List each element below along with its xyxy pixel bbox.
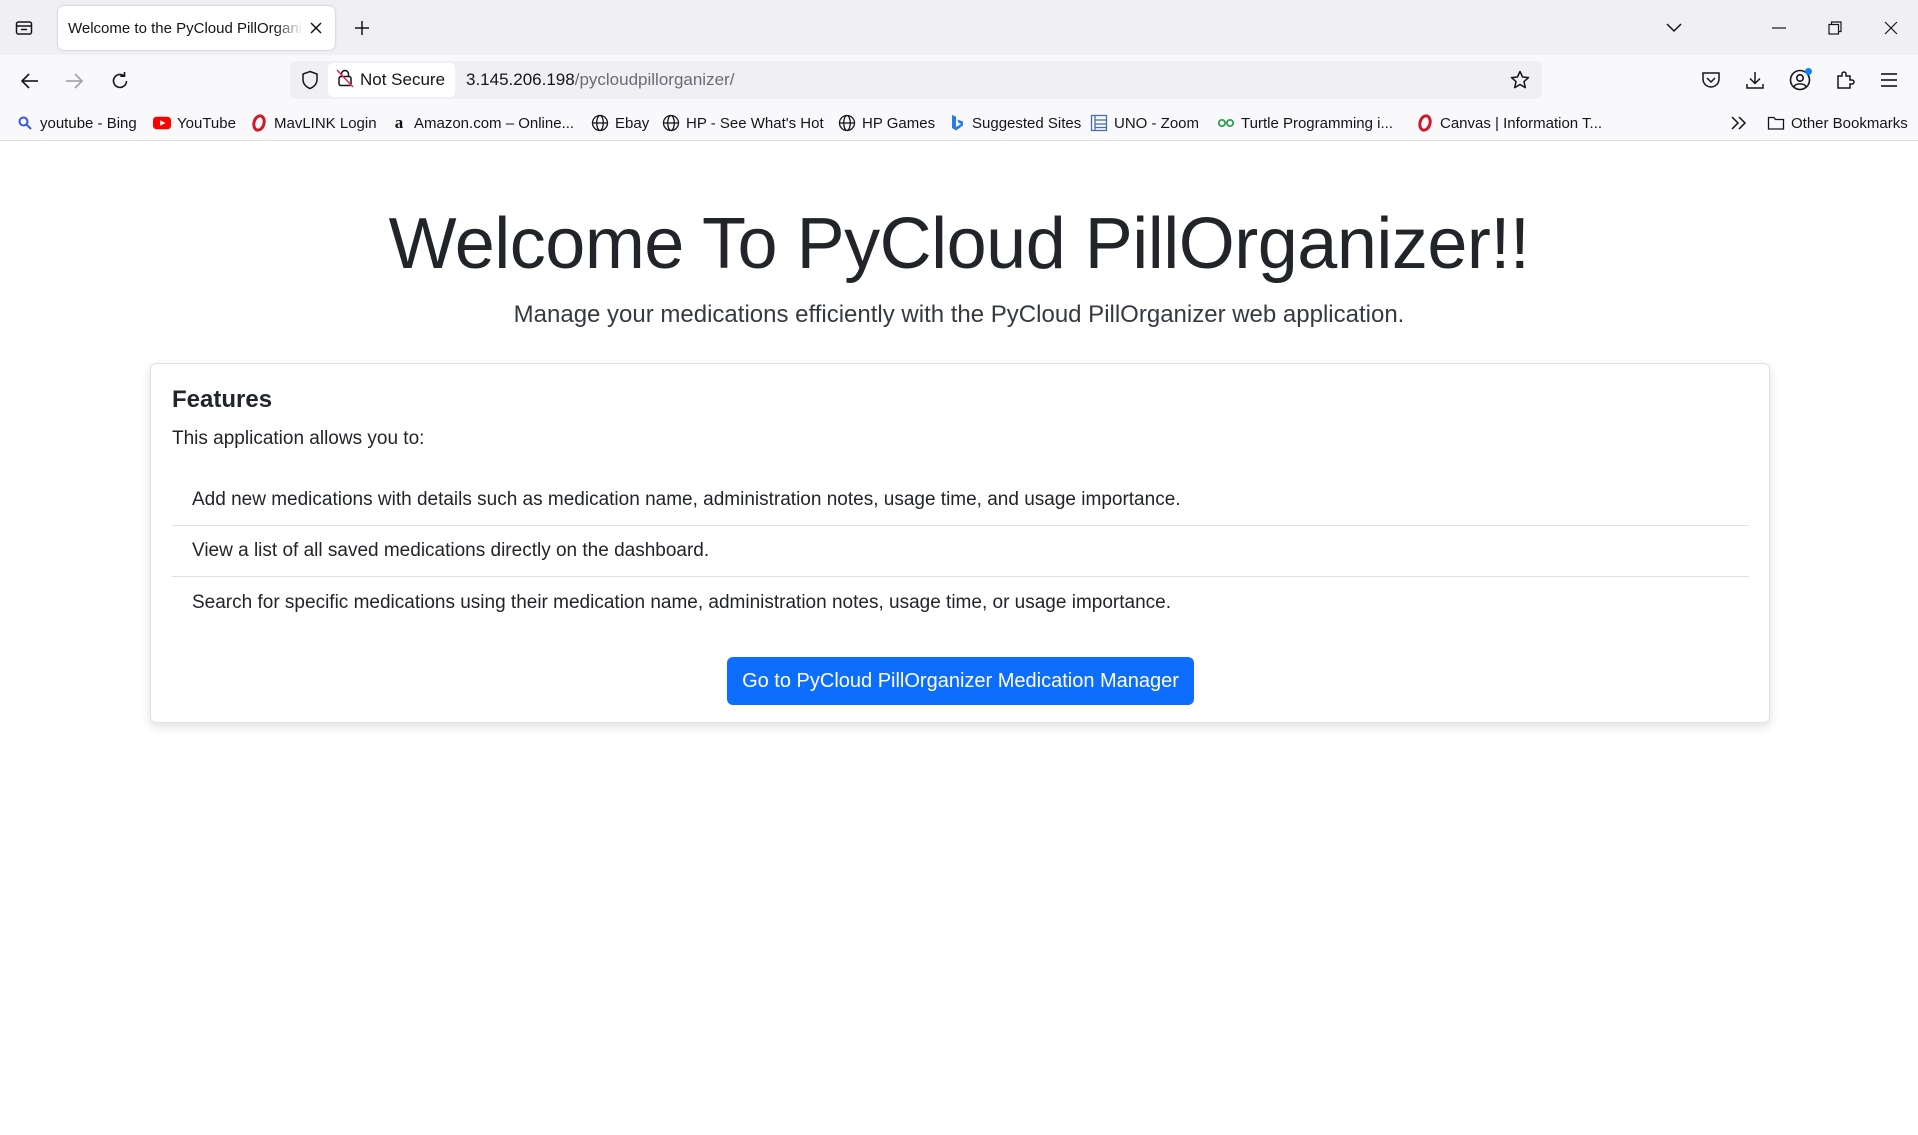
shield-icon[interactable] — [298, 68, 322, 92]
download-icon[interactable] — [1742, 67, 1768, 93]
back-arrow-icon[interactable] — [16, 67, 44, 95]
reload-icon[interactable] — [106, 67, 134, 95]
bookmark-suggested-sites[interactable]: Suggested Sites — [948, 112, 1081, 134]
tab-bar: Welcome to the PyCloud PillOrganizer — [0, 0, 1918, 55]
bookmark-hp-hot[interactable]: HP - See What's Hot — [662, 112, 824, 134]
card-intro: This application allows you to: — [172, 428, 425, 449]
extensions-icon[interactable] — [1832, 67, 1858, 93]
pocket-icon[interactable] — [1698, 67, 1724, 93]
other-bookmarks-label: Other Bookmarks — [1791, 114, 1908, 132]
bookmark-turtle-programming[interactable]: Turtle Programming i... — [1217, 112, 1393, 134]
not-secure-indicator[interactable]: Not Secure — [328, 63, 456, 97]
bookmark-label: Amazon.com – Online... — [414, 114, 575, 132]
tab-title: Welcome to the PyCloud PillOrganizer — [68, 19, 303, 37]
bookmark-star-icon[interactable] — [1508, 68, 1532, 92]
minimize-icon[interactable] — [1765, 14, 1793, 42]
bookmark-label: youtube - Bing — [40, 114, 137, 132]
bookmark-label: Canvas | Information T... — [1440, 114, 1603, 132]
bookmark-hp-games[interactable]: HP Games — [838, 112, 935, 134]
features-list: Add new medications with details such as… — [172, 475, 1749, 628]
turtle-icon — [1217, 114, 1235, 132]
forward-arrow-icon[interactable] — [60, 67, 88, 95]
url-path: /pycloudpillorganizer/ — [574, 70, 735, 89]
bookmark-label: MavLINK Login — [274, 114, 377, 132]
card-title: Features — [172, 386, 273, 413]
bookmark-ebay[interactable]: Ebay — [591, 112, 649, 134]
restore-icon[interactable] — [1821, 14, 1849, 42]
bookmark-label: HP - See What's Hot — [686, 114, 824, 132]
menu-icon[interactable] — [1876, 67, 1902, 93]
bookmark-label: Ebay — [615, 114, 650, 132]
youtube-icon — [153, 114, 171, 132]
opera-icon — [250, 114, 268, 132]
tab-list-icon[interactable] — [12, 16, 36, 40]
close-tab-icon[interactable] — [307, 19, 325, 37]
url-bar[interactable]: Not Secure 3.145.206.198/pycloudpillorga… — [290, 61, 1542, 99]
new-tab-icon[interactable] — [350, 16, 374, 40]
bookmark-label: YouTube — [177, 114, 236, 132]
bookmark-label: HP Games — [862, 114, 936, 132]
bookmark-label: Suggested Sites — [972, 114, 1082, 132]
bookmark-youtube[interactable]: YouTube — [153, 112, 236, 134]
navigation-bar: Not Secure 3.145.206.198/pycloudpillorga… — [0, 55, 1918, 105]
medication-manager-button[interactable]: Go to PyCloud PillOrganizer Medication M… — [727, 657, 1194, 705]
bookmark-amazon[interactable]: a Amazon.com – Online... — [390, 112, 574, 134]
url-text[interactable]: 3.145.206.198/pycloudpillorganizer/ — [466, 70, 734, 90]
bookmark-youtube-bing[interactable]: youtube - Bing — [16, 112, 137, 134]
other-bookmarks[interactable]: Other Bookmarks — [1767, 112, 1908, 134]
amazon-icon: a — [394, 113, 404, 132]
page-subtitle: Manage your medications efficiently with… — [513, 301, 1405, 328]
globe-icon — [591, 114, 609, 132]
opera-icon — [1416, 114, 1434, 132]
account-icon[interactable] — [1787, 67, 1813, 93]
globe-icon — [838, 114, 856, 132]
bookmark-label: Turtle Programming i... — [1241, 114, 1393, 132]
url-host: 3.145.206.198 — [466, 70, 575, 89]
bookmark-mavlink[interactable]: MavLINK Login — [250, 112, 377, 134]
insecure-lock-icon — [336, 68, 354, 93]
document-icon — [1090, 114, 1108, 132]
features-card: Features This application allows you to:… — [150, 363, 1770, 723]
bookmark-uno-zoom[interactable]: UNO - Zoom — [1090, 112, 1199, 134]
page-title: Welcome To PyCloud PillOrganizer!! — [388, 204, 1530, 284]
security-label: Not Secure — [360, 70, 446, 89]
list-item: Search for specific medications using th… — [192, 591, 1171, 613]
chevron-down-icon[interactable] — [1660, 14, 1688, 42]
active-tab[interactable]: Welcome to the PyCloud PillOrganizer — [58, 6, 335, 50]
globe-icon — [662, 114, 680, 132]
notification-dot — [1805, 68, 1812, 75]
folder-icon — [1767, 114, 1785, 132]
list-item: View a list of all saved medications dir… — [172, 526, 1749, 577]
bing-icon — [948, 114, 966, 132]
search-icon — [16, 114, 34, 132]
list-item: Add new medications with details such as… — [172, 475, 1749, 526]
bookmark-label: UNO - Zoom — [1114, 114, 1200, 132]
bookmarks-toolbar: youtube - Bing YouTube MavLINK Login a A… — [0, 105, 1918, 141]
page-content: Welcome To PyCloud PillOrganizer!! Manag… — [0, 141, 1918, 1135]
close-window-icon[interactable] — [1877, 14, 1905, 42]
more-bookmarks-chevron-icon[interactable] — [1730, 112, 1748, 134]
bookmark-canvas[interactable]: Canvas | Information T... — [1416, 112, 1602, 134]
